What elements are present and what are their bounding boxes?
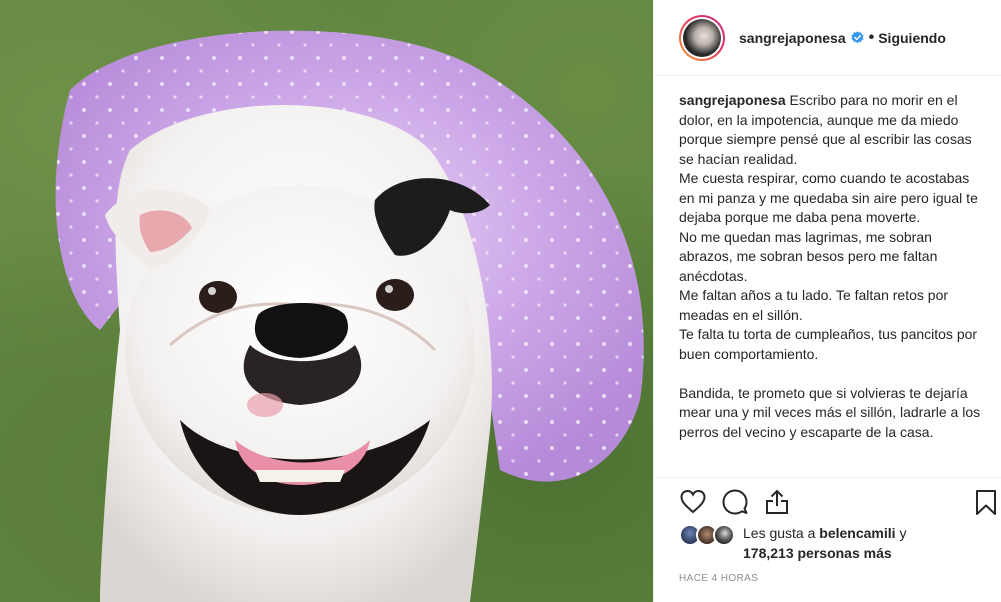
bookmark-icon[interactable] [972, 488, 1000, 516]
post-actions [679, 488, 791, 516]
post-timestamp[interactable]: HACE 4 HORAS [679, 573, 758, 584]
likes-user-link[interactable]: belencamili [819, 525, 895, 541]
following-button[interactable]: Siguiendo [878, 30, 946, 46]
caption-line-3: No me quedan mas lagrimas, me sobran abr… [679, 228, 938, 284]
avatar[interactable] [679, 14, 725, 61]
bulldog-photo-illustration [55, 30, 644, 602]
share-icon[interactable] [763, 488, 791, 516]
verified-badge-icon [850, 31, 864, 44]
likes-text: Les gusta a belencamili y 178,213 person… [743, 525, 907, 561]
avatar-image [683, 18, 721, 57]
caption-line-5: Te falta tu torta de cumpleaños, tus pan… [679, 326, 978, 362]
heart-icon[interactable] [679, 488, 707, 516]
liker-avatar[interactable] [713, 524, 735, 546]
likes-section: Les gusta a belencamili y 178,213 person… [679, 524, 906, 563]
caption-line-1: sangrejaponesa Escribo para no morir en … [679, 92, 972, 167]
post-caption: sangrejaponesa Escribo para no morir en … [679, 91, 984, 442]
actions-divider [654, 477, 1001, 478]
header-separator: • [868, 28, 875, 46]
post-sidebar: sangrejaponesa • Siguiendo sangrejapones… [653, 0, 1001, 602]
caption-line-2: Me cuesta respirar, como cuando te acost… [679, 170, 978, 225]
likes-count-link[interactable]: 178,213 [743, 545, 794, 561]
caption-line-7: Bandida, te prometo que si volvieras te … [679, 384, 981, 440]
post-header: sangrejaponesa • Siguiendo [654, 0, 1001, 76]
post-photo[interactable] [0, 0, 653, 602]
comment-icon[interactable] [721, 488, 749, 516]
header-username[interactable]: sangrejaponesa [739, 30, 846, 46]
caption-line-4: Me faltan años a tu lado. Te faltan reto… [679, 287, 949, 323]
likes-count-suffix[interactable]: personas más [798, 545, 892, 561]
liker-avatars[interactable] [679, 524, 737, 548]
caption-username[interactable]: sangrejaponesa [679, 92, 786, 108]
